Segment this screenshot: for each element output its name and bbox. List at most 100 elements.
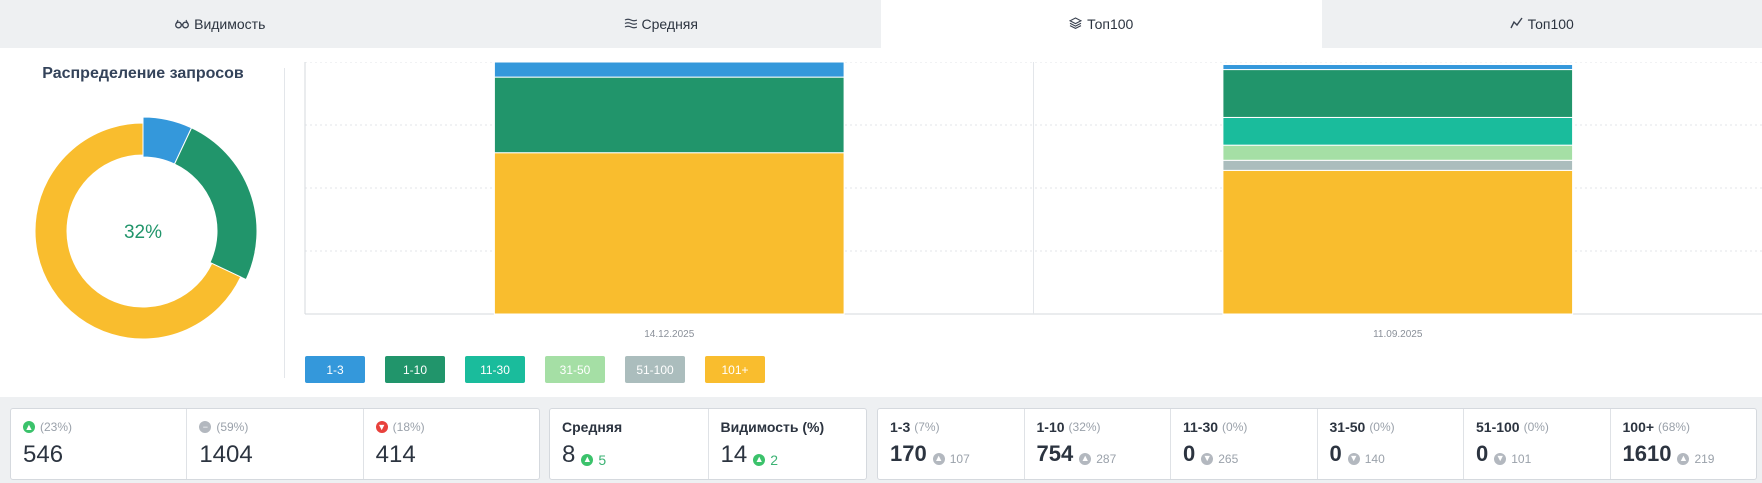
- donut-chart: 32%: [34, 116, 258, 340]
- stat-pct: (68%): [1658, 420, 1691, 434]
- stat-value: 1404: [199, 441, 253, 468]
- stat-value: 754: [1036, 441, 1074, 466]
- tab-top100-dynamics[interactable]: Топ100: [1322, 0, 1762, 48]
- bar-segment-1-3[interactable]: [1222, 64, 1574, 71]
- average-visibility-card: Средняя 8 ▲ 5 Видимость (%) 14 ▲ 2: [549, 408, 867, 480]
- stat-visibility: Видимость (%) 14 ▲ 2: [709, 409, 867, 479]
- tab-label: Топ100: [1527, 16, 1574, 32]
- stat-pct: (23%): [40, 420, 73, 434]
- tab-label: Топ100: [1087, 16, 1134, 32]
- arrow-up-circle-icon: ▲: [1079, 452, 1092, 465]
- divider: [284, 68, 285, 378]
- donut-segment-1-10[interactable]: [173, 127, 258, 281]
- glasses-icon: [175, 17, 190, 32]
- main-panel: Распределение запросов 32% 14.12.2025 11.…: [0, 48, 1762, 397]
- legend-item-11-30[interactable]: 11-30: [465, 356, 525, 383]
- bar-segment-1-10[interactable]: [1222, 69, 1574, 118]
- bar-segment-101-plus[interactable]: [493, 152, 845, 315]
- stat-pct: (59%): [216, 420, 249, 434]
- legend-item-1-3[interactable]: 1-3: [305, 356, 365, 383]
- stat-pct: (0%): [1222, 420, 1248, 434]
- stat-down: ▼ (18%) 414: [364, 409, 539, 479]
- bar-segment-51-100[interactable]: [1222, 159, 1574, 171]
- stat-delta: 107: [949, 451, 970, 466]
- tab-bar: Видимость Средняя Топ100 Топ100: [0, 0, 1762, 48]
- stat-value: 8: [562, 441, 576, 468]
- stat-delta: 2: [770, 451, 778, 468]
- stat-value: 0: [1329, 441, 1342, 466]
- legend-item-51-100[interactable]: 51-100: [625, 356, 685, 383]
- stat-delta: 5: [598, 451, 607, 468]
- bar-segment-1-3[interactable]: [493, 62, 845, 78]
- arrow-up-circle-icon: ▲: [1677, 452, 1690, 465]
- stat-delta: 101: [1511, 451, 1532, 466]
- stat-label: 11-30: [1183, 419, 1219, 435]
- stat-pos-1-3: 1-3 (7%) 170 ▲ 107: [878, 409, 1025, 479]
- movement-stats-card: ▲ (23%) 546 − (59%) 1404 ▼ (18%) 414: [10, 408, 540, 480]
- positions-card: 1-3 (7%) 170 ▲ 107 1-10 (32%) 754 ▲ 287 11-30(…: [877, 408, 1757, 480]
- stat-pos-51-100: 51-100 (0%) 0 ▼ 101: [1464, 409, 1611, 479]
- stat-value: 14: [720, 441, 748, 468]
- stats-bar: ▲ (23%) 546 − (59%) 1404 ▼ (18%) 414 Средня…: [0, 397, 1762, 483]
- tab-label: Видимость: [194, 16, 266, 32]
- tab-visibility[interactable]: Видимость: [0, 0, 441, 48]
- minus-circle-icon: −: [199, 421, 212, 433]
- stat-unchanged: − (59%) 1404: [187, 409, 364, 479]
- stat-value: 0: [1183, 441, 1196, 466]
- legend-item-1-10[interactable]: 1-10: [385, 356, 445, 383]
- donut-center-label: 32%: [124, 222, 162, 243]
- stat-delta: 287: [1096, 451, 1117, 466]
- stat-value: 170: [890, 441, 927, 466]
- stat-average: Средняя 8 ▲ 5: [550, 409, 709, 479]
- arrow-down-circle-icon: ▼: [1494, 452, 1507, 465]
- stat-label: 31-50: [1329, 419, 1366, 435]
- chart-legend: 1-3 1-10 11-30 31-50 51-100 101+: [305, 356, 785, 383]
- stat-label: 1-10: [1036, 419, 1065, 435]
- bar-segment-101-plus[interactable]: [1222, 169, 1574, 315]
- stat-label: 51-100: [1476, 419, 1520, 435]
- stat-pos-31-50: 31-50 (0%) 0 ▼ 140: [1318, 409, 1464, 479]
- arrow-down-circle-icon: ▼: [1347, 452, 1360, 465]
- stat-pos-100-plus: 100+ (68%) 1610 ▲ 219: [1611, 409, 1757, 479]
- stat-value: 546: [23, 441, 64, 468]
- stat-value: 1610: [1622, 441, 1672, 466]
- x-tick-label: 11.09.2025: [1373, 329, 1423, 340]
- donut-title: Распределение запросов: [42, 65, 244, 82]
- tab-top100-distribution[interactable]: Топ100: [881, 0, 1322, 48]
- legend-item-31-50[interactable]: 31-50: [545, 356, 605, 383]
- bar-segment-1-10[interactable]: [493, 76, 845, 154]
- stat-delta: 265: [1218, 451, 1239, 466]
- stat-pct: (0%): [1523, 420, 1549, 434]
- arrow-up-circle-icon: ▲: [932, 452, 945, 465]
- bar-segment-31-50[interactable]: [1222, 144, 1574, 161]
- stat-up: ▲ (23%) 546: [11, 409, 188, 479]
- stat-pct: (0%): [1369, 420, 1395, 434]
- stat-label: 100+: [1622, 419, 1655, 435]
- line-chart-icon: [1510, 17, 1523, 32]
- tab-average[interactable]: Средняя: [441, 0, 882, 48]
- arrow-up-circle-icon: ▲: [753, 453, 766, 466]
- stat-pos-11-30: 11-30 (0%) 0 ▼ 265: [1171, 409, 1318, 479]
- x-tick-label: 14.12.2025: [644, 329, 694, 340]
- arrow-up-circle-icon: ▲: [23, 421, 35, 433]
- legend-item-101-plus[interactable]: 101+: [705, 356, 765, 383]
- stat-pct: (7%): [914, 420, 940, 434]
- stat-title: Средняя: [562, 419, 623, 435]
- layers-icon: [1068, 16, 1083, 32]
- lines-icon: [624, 17, 637, 32]
- stat-delta: 140: [1364, 451, 1385, 466]
- arrow-down-circle-icon: ▼: [375, 421, 388, 433]
- stat-value: 414: [375, 441, 416, 468]
- stat-pct: (32%): [1068, 420, 1101, 434]
- arrow-down-circle-icon: ▼: [1201, 452, 1214, 465]
- stat-delta: 219: [1694, 451, 1715, 466]
- stat-pos-1-10: 1-10 (32%) 754 ▲ 287: [1025, 409, 1171, 479]
- stat-value: 0: [1476, 441, 1489, 466]
- stat-title: Видимость (%): [720, 419, 825, 435]
- stat-label: 1-3: [890, 419, 911, 435]
- stacked-bar-chart: 14.12.2025 11.09.2025: [304, 62, 1762, 340]
- bar-segment-11-30[interactable]: [1222, 116, 1574, 146]
- arrow-up-circle-icon: ▲: [581, 453, 594, 466]
- stat-pct: (18%): [392, 420, 425, 434]
- tab-label: Средняя: [641, 16, 698, 32]
